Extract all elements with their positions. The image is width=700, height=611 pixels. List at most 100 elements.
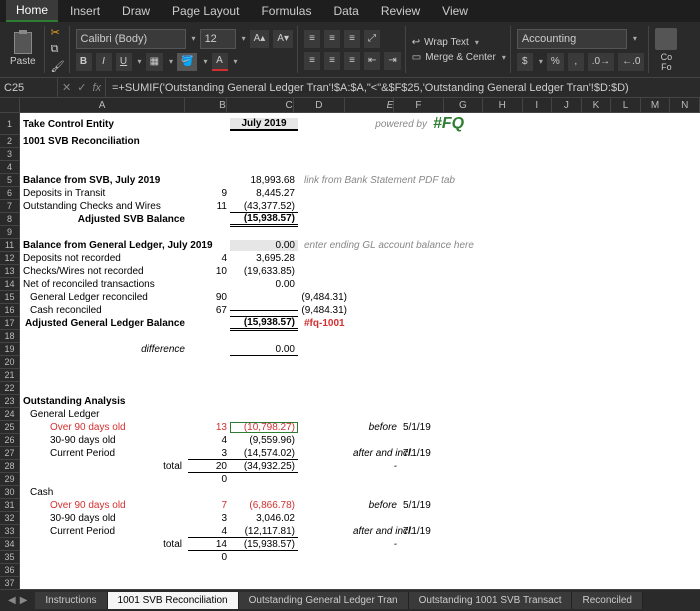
row-header[interactable]: 34 <box>0 538 19 551</box>
name-box[interactable]: C25 <box>0 78 58 97</box>
cell[interactable]: after and incl. <box>350 526 400 537</box>
row-header[interactable]: 13 <box>0 265 19 278</box>
cell[interactable]: powered by <box>350 119 430 130</box>
cell[interactable]: 30-90 days old <box>20 435 188 446</box>
decrease-font-button[interactable]: A▾ <box>273 30 293 48</box>
cell[interactable]: Take Control Entity <box>20 119 188 130</box>
row-header[interactable]: 9 <box>0 226 19 239</box>
increase-indent-button[interactable]: ⇥ <box>384 52 400 70</box>
row-header[interactable]: 8 <box>0 213 19 226</box>
orientation-button[interactable]: ⤢ <box>364 30 380 48</box>
cell[interactable]: 67 <box>188 305 230 316</box>
chevron-down-icon[interactable]: ▾ <box>242 34 246 43</box>
ribbon-tab-home[interactable]: Home <box>6 0 58 22</box>
number-format-select[interactable] <box>517 29 627 49</box>
sheet-tab-instructions[interactable]: Instructions <box>35 592 107 609</box>
cell[interactable]: Outstanding Analysis <box>20 396 188 407</box>
row-header[interactable]: 28 <box>0 460 19 473</box>
row-header[interactable]: 25 <box>0 421 19 434</box>
cell[interactable]: General Ledger reconciled <box>20 292 188 303</box>
column-header[interactable]: L <box>611 98 641 113</box>
cell[interactable]: Balance from General Ledger, July 2019 <box>20 240 188 251</box>
cell[interactable]: 18,993.68 <box>230 175 298 186</box>
currency-button[interactable]: $ <box>517 53 533 71</box>
column-header[interactable]: D <box>294 98 345 113</box>
ribbon-tab-review[interactable]: Review <box>371 1 430 21</box>
column-header[interactable]: C <box>227 98 294 113</box>
ribbon-tab-view[interactable]: View <box>432 1 478 21</box>
cell[interactable]: (34,932.25) <box>230 461 298 473</box>
underline-button[interactable]: U <box>116 53 132 71</box>
column-header[interactable]: M <box>641 98 671 113</box>
column-header[interactable]: J <box>552 98 582 113</box>
cell[interactable]: 4 <box>188 526 230 538</box>
cell[interactable]: 0 <box>188 552 230 563</box>
cell[interactable]: before <box>350 422 400 433</box>
align-left-button[interactable]: ≡ <box>304 52 320 70</box>
increase-font-button[interactable]: A▴ <box>250 30 270 48</box>
cell[interactable]: enter ending GL account balance here <box>298 240 477 251</box>
column-header[interactable]: E <box>345 98 394 113</box>
sheet-tab-outstanding-gl[interactable]: Outstanding General Ledger Tran <box>239 592 409 609</box>
format-painter-icon[interactable]: 🖌 <box>51 60 65 73</box>
chevron-down-icon[interactable]: ▾ <box>633 34 637 43</box>
cell[interactable]: - <box>350 539 400 550</box>
row-header[interactable]: 3 <box>0 148 19 161</box>
row-header[interactable]: 15 <box>0 291 19 304</box>
row-header[interactable]: 17 <box>0 317 19 330</box>
cell[interactable]: July 2019 <box>230 118 298 131</box>
row-header[interactable]: 23 <box>0 395 19 408</box>
align-center-button[interactable]: ≡ <box>324 52 340 70</box>
fill-color-button[interactable]: 🪣 <box>177 53 197 71</box>
cell[interactable]: 13 <box>188 422 230 433</box>
percent-button[interactable]: % <box>547 53 564 71</box>
accept-formula-icon[interactable]: ✓ <box>77 81 86 94</box>
row-header[interactable]: 21 <box>0 369 19 382</box>
merge-center-button[interactable]: Merge & Center <box>425 52 496 63</box>
align-middle-button[interactable]: ≡ <box>324 30 340 48</box>
comma-button[interactable]: , <box>568 53 584 71</box>
column-header[interactable]: H <box>483 98 522 113</box>
row-header[interactable]: 1 <box>0 113 19 135</box>
wrap-text-button[interactable]: Wrap Text <box>424 37 469 48</box>
formula-input[interactable]: =+SUMIF('Outstanding General Ledger Tran… <box>106 82 700 94</box>
cell[interactable]: Adjusted SVB Balance <box>20 214 188 225</box>
borders-button[interactable]: ▦ <box>146 53 163 71</box>
column-header[interactable]: A <box>20 98 186 113</box>
row-header[interactable]: 6 <box>0 187 19 200</box>
cell[interactable]: 0 <box>188 474 230 485</box>
row-header[interactable]: 37 <box>0 577 19 589</box>
ribbon-tab-formulas[interactable]: Formulas <box>251 1 321 21</box>
cell[interactable]: 8,445.27 <box>230 188 298 199</box>
cell[interactable]: (12,117.81) <box>230 526 298 538</box>
align-top-button[interactable]: ≡ <box>304 30 320 48</box>
cell[interactable]: 5/1/19 <box>400 500 450 511</box>
ribbon-tab-insert[interactable]: Insert <box>60 1 110 21</box>
align-bottom-button[interactable]: ≡ <box>344 30 360 48</box>
fx-icon[interactable]: fx <box>92 82 101 94</box>
row-header[interactable]: 16 <box>0 304 19 317</box>
column-header[interactable]: G <box>444 98 483 113</box>
row-header[interactable]: 36 <box>0 564 19 577</box>
cell[interactable]: Deposits in Transit <box>20 188 188 199</box>
cell[interactable]: 0.00 <box>230 240 298 251</box>
ribbon-tab-data[interactable]: Data <box>323 1 368 21</box>
cell[interactable]: 3,046.02 <box>230 513 298 524</box>
row-header[interactable]: 7 <box>0 200 19 213</box>
conditional-formatting-button[interactable]: Co Fo <box>651 26 681 73</box>
cell[interactable]: Net of reconciled transactions <box>20 279 188 290</box>
row-header[interactable]: 32 <box>0 512 19 525</box>
active-cell[interactable]: (10,798.27) <box>230 422 298 433</box>
cell[interactable]: #fq-1001 <box>298 318 348 329</box>
cell[interactable]: Checks/Wires not recorded <box>20 266 188 277</box>
row-header[interactable]: 22 <box>0 382 19 395</box>
column-header[interactable]: N <box>670 98 700 113</box>
ribbon-tab-page-layout[interactable]: Page Layout <box>162 1 249 21</box>
cell[interactable]: after and incl. <box>350 448 400 459</box>
cell[interactable]: total <box>20 539 188 550</box>
cell[interactable]: 5/1/19 <box>400 422 450 433</box>
chevron-down-icon[interactable]: ▾ <box>192 34 196 43</box>
sheet-tab-outstanding-svb[interactable]: Outstanding 1001 SVB Transact <box>409 592 573 609</box>
cell[interactable]: Over 90 days old <box>20 422 188 433</box>
cell[interactable]: Balance from SVB, July 2019 <box>20 175 188 186</box>
